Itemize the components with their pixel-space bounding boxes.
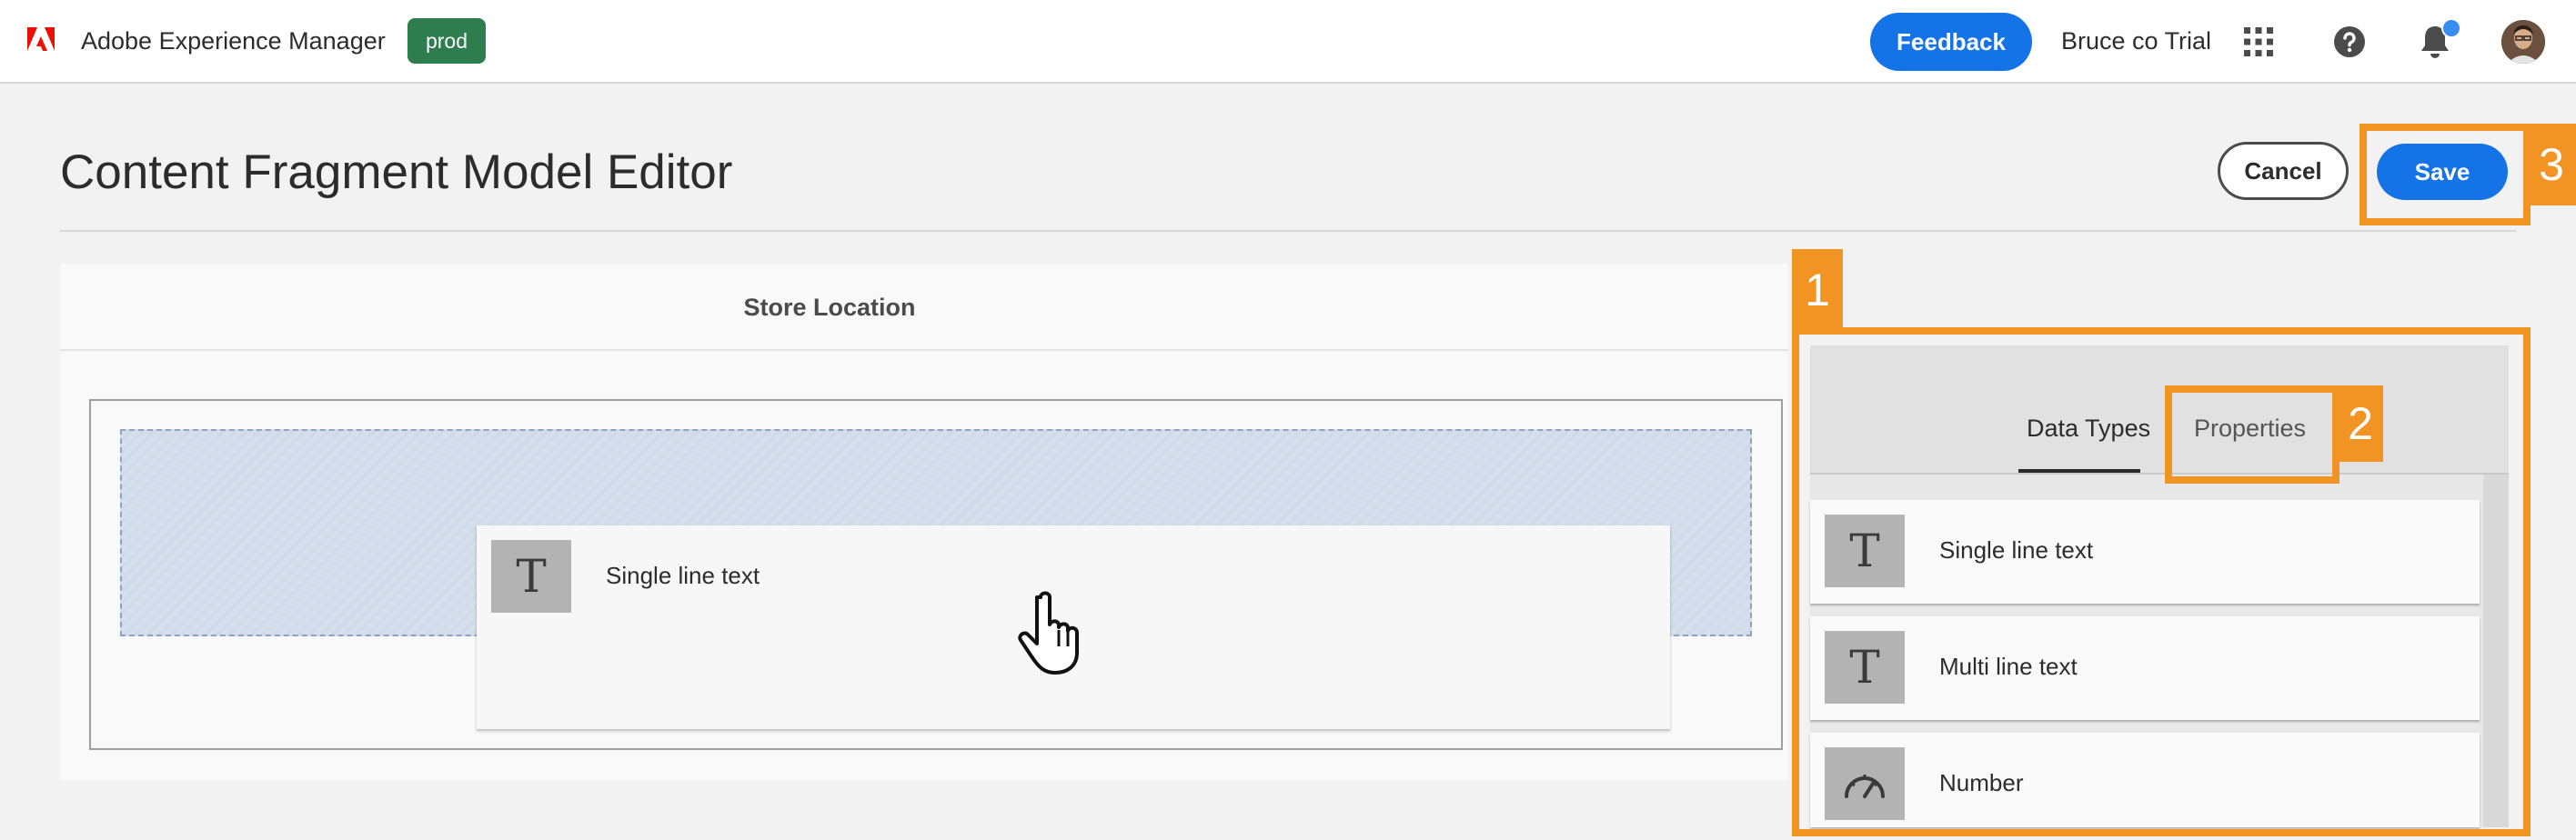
text-t-icon: T	[491, 540, 571, 613]
callout-number: 1	[1792, 249, 1843, 331]
canvas-divider	[60, 349, 1788, 351]
dragged-field-label: Single line text	[606, 562, 760, 589]
help-icon[interactable]	[2333, 25, 2366, 58]
adobe-logo-icon[interactable]	[27, 27, 55, 53]
hand-cursor-icon	[1018, 591, 1079, 675]
avatar[interactable]	[2501, 20, 2545, 64]
model-name: Store Location	[743, 293, 916, 321]
apps-grid-icon[interactable]	[2243, 26, 2274, 57]
notification-dot	[2441, 18, 2461, 38]
feedback-button[interactable]: Feedback	[1870, 13, 2032, 71]
app-title[interactable]: Adobe Experience Manager	[81, 25, 386, 56]
header-divider	[60, 230, 2516, 232]
callout-box-panel	[1792, 327, 2531, 836]
environment-badge: prod	[408, 18, 486, 64]
model-name-header: Store Location	[60, 264, 1599, 351]
page-title: Content Fragment Model Editor	[60, 145, 733, 199]
callout-box-properties	[2165, 385, 2340, 484]
cancel-button[interactable]: Cancel	[2218, 142, 2349, 200]
user-avatar-icon	[2501, 20, 2545, 64]
org-switcher[interactable]: Bruce co Trial	[2061, 25, 2211, 56]
callout-box-save	[2360, 124, 2531, 225]
top-bar: Adobe Experience Manager prod Feedback B…	[0, 0, 2576, 84]
callout-number: 2	[2338, 385, 2383, 462]
callout-number: 3	[2527, 124, 2576, 205]
